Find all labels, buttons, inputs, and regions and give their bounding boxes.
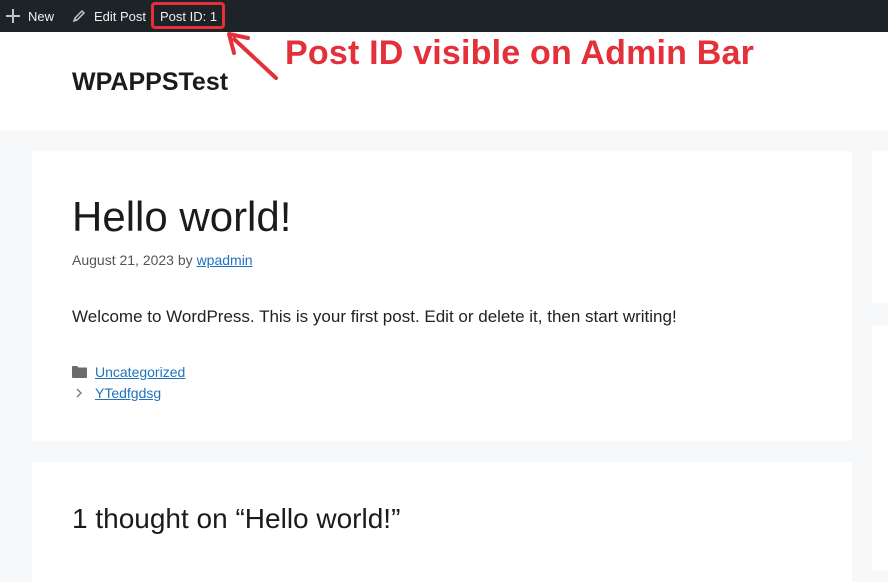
author-link[interactable]: wpadmin — [197, 252, 253, 268]
comments-title: 1 thought on “Hello world!” — [72, 503, 401, 534]
post-content: Welcome to WordPress. This is your first… — [72, 307, 677, 326]
post-by: by — [177, 252, 193, 268]
tag-link[interactable]: YTedfgdsg — [95, 385, 161, 401]
chevron-right-icon — [72, 387, 87, 399]
post-meta: August 21, 2023 by wpadmin — [72, 252, 253, 268]
post-article: Hello world! August 21, 2023 by wpadmin … — [32, 151, 852, 441]
sidebar-widget — [872, 325, 888, 571]
post-date: August 21, 2023 — [72, 252, 174, 268]
post-title: Hello world! — [72, 193, 292, 240]
comments-section: 1 thought on “Hello world!” — [32, 462, 852, 582]
sidebar-widget — [872, 151, 888, 303]
annotation-text: Post ID visible on Admin Bar — [285, 34, 755, 72]
folder-icon — [72, 365, 87, 378]
category-link[interactable]: Uncategorized — [95, 364, 185, 380]
post-taxonomies: Uncategorized YTedfgdsg — [72, 361, 185, 403]
